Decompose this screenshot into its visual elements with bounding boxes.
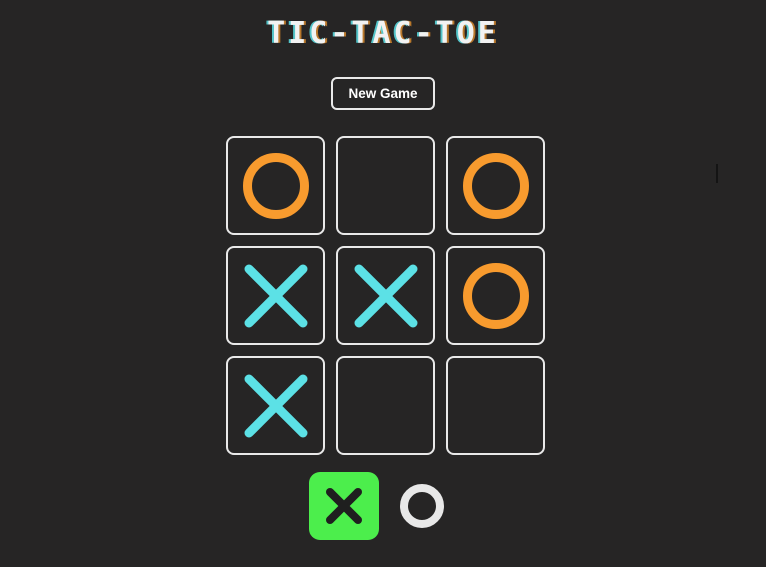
text-caret bbox=[716, 164, 718, 183]
o-mark-icon bbox=[462, 262, 529, 329]
o-mark-icon bbox=[242, 152, 309, 219]
page-title: TIC-TAC-TOE bbox=[267, 16, 499, 51]
new-game-button[interactable]: New Game bbox=[331, 77, 435, 110]
board-cell-2[interactable] bbox=[446, 136, 718, 235]
board-cell-6[interactable] bbox=[226, 356, 325, 455]
board-cell-5[interactable] bbox=[446, 246, 545, 345]
board-cell-7[interactable] bbox=[336, 356, 435, 455]
toolbar: New Game bbox=[0, 77, 766, 110]
board-cell-0[interactable] bbox=[226, 136, 325, 235]
board-cell-4[interactable] bbox=[336, 246, 435, 345]
tic-tac-toe-app: TIC-TAC-TOE New Game bbox=[0, 0, 766, 567]
game-board bbox=[226, 136, 718, 455]
board-cell-1[interactable] bbox=[336, 136, 435, 235]
turn-indicator-x[interactable] bbox=[309, 472, 379, 540]
board-cell-3[interactable] bbox=[226, 246, 325, 345]
x-mark-icon bbox=[324, 486, 364, 526]
x-mark-icon bbox=[243, 373, 309, 439]
x-mark-icon bbox=[353, 263, 419, 329]
turn-indicator-o[interactable] bbox=[387, 472, 457, 540]
board-cell-8[interactable] bbox=[446, 356, 545, 455]
turn-indicator bbox=[0, 472, 766, 540]
o-mark-icon bbox=[462, 152, 529, 219]
x-mark-icon bbox=[243, 263, 309, 329]
o-mark-icon bbox=[400, 484, 444, 528]
